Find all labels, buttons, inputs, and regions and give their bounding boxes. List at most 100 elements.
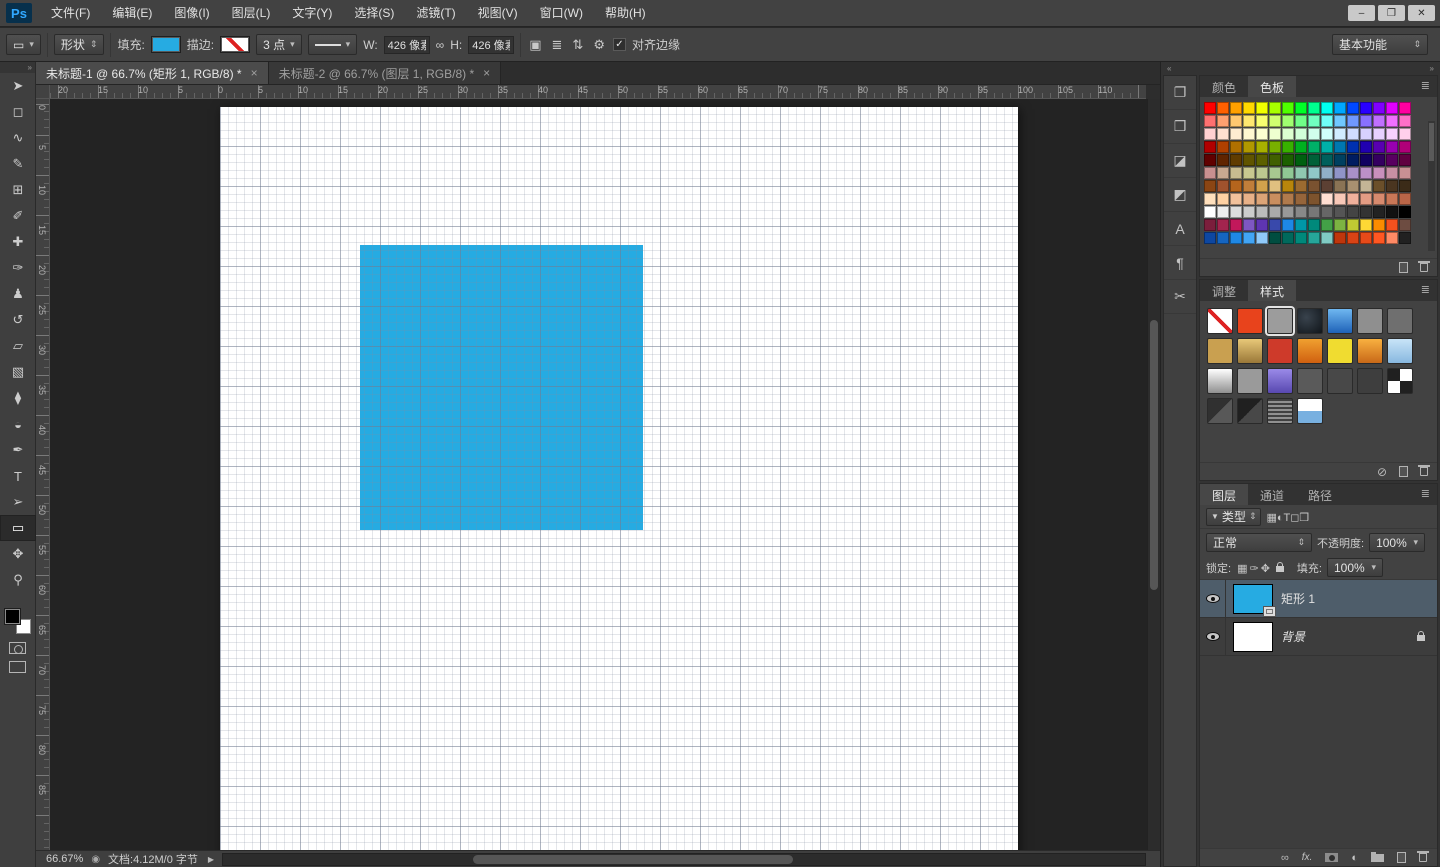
color-swatch[interactable] bbox=[1269, 128, 1281, 140]
color-swatch[interactable] bbox=[1256, 193, 1268, 205]
color-swatch[interactable] bbox=[1217, 232, 1229, 244]
color-swatch[interactable] bbox=[1347, 115, 1359, 127]
color-swatch[interactable] bbox=[1204, 102, 1216, 114]
color-swatch[interactable] bbox=[1295, 219, 1307, 231]
color-swatch[interactable] bbox=[1308, 141, 1320, 153]
style-swatch[interactable] bbox=[1267, 398, 1293, 424]
color-swatch[interactable] bbox=[1217, 128, 1229, 140]
color-swatch[interactable] bbox=[1399, 232, 1411, 244]
layer-style-button[interactable]: fx. bbox=[1302, 852, 1313, 863]
color-swatch[interactable] bbox=[1217, 193, 1229, 205]
panel-menu-icon[interactable]: ≣ bbox=[1414, 280, 1437, 301]
tab-channels[interactable]: 通道 bbox=[1248, 484, 1296, 505]
color-swatch[interactable] bbox=[1321, 115, 1333, 127]
color-swatch[interactable] bbox=[1360, 206, 1372, 218]
color-swatch[interactable] bbox=[1269, 180, 1281, 192]
color-swatch[interactable] bbox=[1204, 219, 1216, 231]
color-swatch[interactable] bbox=[1295, 154, 1307, 166]
filter-smart-objects-icon[interactable]: ❒ bbox=[1299, 512, 1309, 524]
color-swatch[interactable] bbox=[1321, 219, 1333, 231]
menu-item[interactable]: 视图(V) bbox=[467, 0, 529, 26]
color-swatch[interactable] bbox=[1295, 180, 1307, 192]
color-swatch[interactable] bbox=[1399, 167, 1411, 179]
hand-tool[interactable]: ✥ bbox=[0, 541, 36, 567]
color-swatch[interactable] bbox=[1243, 115, 1255, 127]
horizontal-scrollbar-thumb[interactable] bbox=[473, 855, 793, 864]
layer-row[interactable]: 矩形 1 bbox=[1200, 580, 1437, 618]
style-swatch[interactable] bbox=[1207, 308, 1233, 334]
style-swatch[interactable] bbox=[1207, 368, 1233, 394]
color-swatch[interactable] bbox=[1360, 141, 1372, 153]
color-swatch[interactable] bbox=[1230, 141, 1242, 153]
layer-row[interactable]: 背景 bbox=[1200, 618, 1437, 656]
color-swatch[interactable] bbox=[1217, 102, 1229, 114]
color-swatch[interactable] bbox=[1373, 102, 1385, 114]
document-tab[interactable]: 未标题-2 @ 66.7% (图层 1, RGB/8) *× bbox=[269, 62, 502, 84]
color-swatch[interactable] bbox=[1230, 128, 1242, 140]
color-swatch[interactable] bbox=[1269, 167, 1281, 179]
color-swatch[interactable] bbox=[1217, 167, 1229, 179]
color-swatch[interactable] bbox=[1399, 115, 1411, 127]
properties-panel-icon[interactable]: ◩ bbox=[1164, 178, 1196, 212]
foreground-color-swatch[interactable] bbox=[5, 609, 20, 624]
color-swatch[interactable] bbox=[1334, 102, 1346, 114]
add-layer-mask-button[interactable] bbox=[1325, 853, 1338, 862]
color-swatch[interactable] bbox=[1204, 115, 1216, 127]
color-swatch[interactable] bbox=[1334, 115, 1346, 127]
color-swatch[interactable] bbox=[1243, 180, 1255, 192]
style-swatch[interactable] bbox=[1357, 308, 1383, 334]
eraser-tool[interactable]: ▱ bbox=[0, 333, 36, 359]
color-swatch[interactable] bbox=[1347, 193, 1359, 205]
style-swatch[interactable] bbox=[1237, 308, 1263, 334]
minimize-button[interactable]: – bbox=[1348, 5, 1375, 21]
new-adjustment-layer-button[interactable]: ◐ bbox=[1351, 852, 1358, 864]
opacity-select[interactable]: 100% ▾ bbox=[1369, 533, 1425, 552]
color-swatch[interactable] bbox=[1334, 206, 1346, 218]
align-edges-checkbox[interactable]: ✓ bbox=[613, 38, 626, 51]
visibility-toggle[interactable] bbox=[1200, 580, 1226, 617]
color-swatch[interactable] bbox=[1230, 232, 1242, 244]
vertical-ruler[interactable]: 0510152025303540455055606570758085 bbox=[36, 99, 50, 850]
color-swatch[interactable] bbox=[1256, 206, 1268, 218]
color-swatch[interactable] bbox=[1399, 102, 1411, 114]
gear-icon[interactable]: ⚙ bbox=[591, 37, 607, 53]
color-swatch[interactable] bbox=[1308, 206, 1320, 218]
lock-transparency-icon[interactable]: ▦ bbox=[1236, 563, 1248, 575]
blend-mode-select[interactable]: 正常 ⇕ bbox=[1206, 533, 1312, 552]
menu-item[interactable]: 文件(F) bbox=[40, 0, 101, 26]
color-swatch[interactable] bbox=[1282, 167, 1294, 179]
color-swatch[interactable] bbox=[1204, 154, 1216, 166]
color-swatch[interactable] bbox=[1386, 206, 1398, 218]
color-swatch[interactable] bbox=[1399, 154, 1411, 166]
color-swatch[interactable] bbox=[1308, 193, 1320, 205]
color-swatch[interactable] bbox=[1204, 167, 1216, 179]
expand-panels-icon[interactable]: « bbox=[1167, 64, 1171, 73]
color-swatch[interactable] bbox=[1386, 232, 1398, 244]
path-alignment-icon[interactable]: ≣ bbox=[550, 37, 565, 53]
fill-opacity-select[interactable]: 100% ▾ bbox=[1327, 558, 1383, 577]
color-swatch[interactable] bbox=[1269, 219, 1281, 231]
color-swatch[interactable] bbox=[1360, 219, 1372, 231]
color-swatch[interactable] bbox=[1256, 154, 1268, 166]
stroke-width-select[interactable]: 3 点 ▾ bbox=[256, 34, 302, 55]
color-swatch[interactable] bbox=[1399, 180, 1411, 192]
history-panel-icon[interactable]: ❐ bbox=[1164, 76, 1196, 110]
layer-thumbnail[interactable] bbox=[1233, 584, 1273, 614]
color-swatch[interactable] bbox=[1334, 219, 1346, 231]
stroke-color-swatch[interactable] bbox=[220, 36, 250, 53]
color-swatch[interactable] bbox=[1243, 141, 1255, 153]
style-swatch[interactable] bbox=[1327, 368, 1353, 394]
color-swatch[interactable] bbox=[1217, 180, 1229, 192]
path-selection-tool[interactable]: ➢ bbox=[0, 489, 36, 515]
tab-styles[interactable]: 样式 bbox=[1248, 280, 1296, 301]
fill-color-swatch[interactable] bbox=[151, 36, 181, 53]
color-swatch[interactable] bbox=[1386, 102, 1398, 114]
color-swatch[interactable] bbox=[1269, 206, 1281, 218]
color-swatch[interactable] bbox=[1295, 128, 1307, 140]
color-swatch[interactable] bbox=[1230, 206, 1242, 218]
color-swatch[interactable] bbox=[1204, 128, 1216, 140]
color-swatch[interactable] bbox=[1256, 141, 1268, 153]
notes-panel-icon[interactable]: ✂ bbox=[1164, 280, 1196, 314]
link-layers-button[interactable]: ∞ bbox=[1281, 852, 1289, 864]
color-swatch[interactable] bbox=[1347, 141, 1359, 153]
